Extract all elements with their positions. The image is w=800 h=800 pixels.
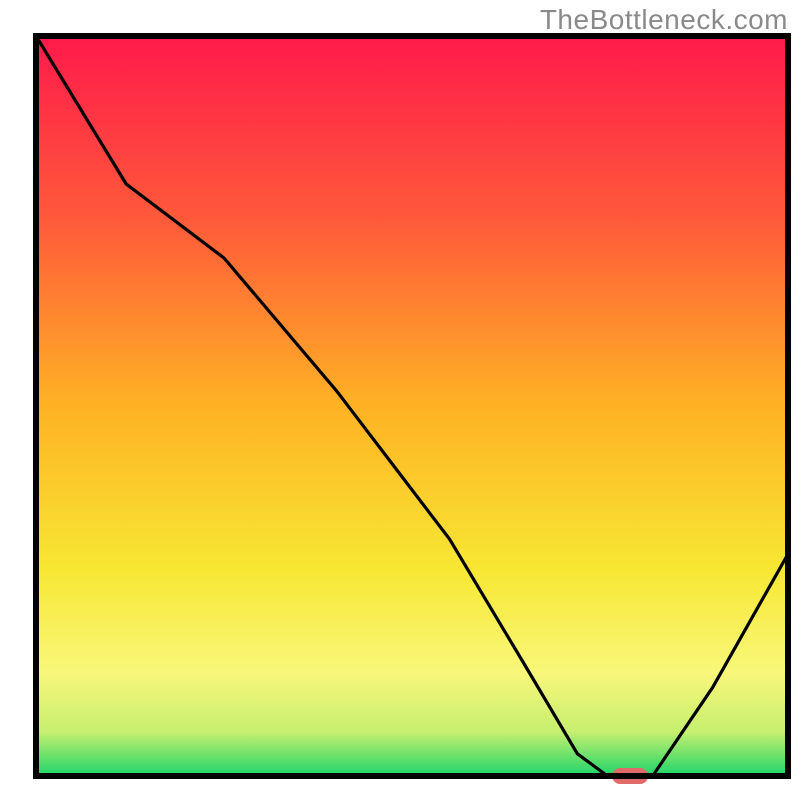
chart-container: TheBottleneck.com <box>0 0 800 800</box>
plot-area <box>36 36 788 784</box>
watermark-text: TheBottleneck.com <box>540 4 788 36</box>
gradient-background <box>36 36 788 776</box>
bottleneck-chart <box>0 0 800 800</box>
